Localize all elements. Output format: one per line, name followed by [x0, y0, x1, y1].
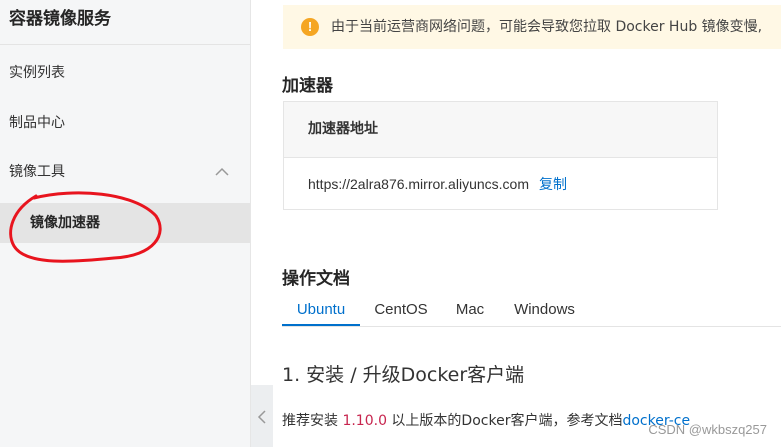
notice-text: 由于当前运营商网络问题，可能会导致您拉取 Docker Hub 镜像变慢,: [331, 19, 763, 35]
sidebar-item-image-tools[interactable]: 镜像工具: [0, 152, 250, 192]
desc-prefix: 推荐安装: [282, 413, 343, 429]
tab-windows[interactable]: Windows: [508, 296, 581, 326]
tab-mac[interactable]: Mac: [448, 296, 492, 326]
chevron-up-icon[interactable]: [214, 164, 230, 180]
accelerator-table-header: 加速器地址: [284, 102, 717, 158]
red-annotation-circle: [9, 191, 162, 263]
desc-middle: 以上版本的Docker客户端，参考文档: [386, 413, 623, 429]
step-description: 推荐安装 1.10.0 以上版本的Docker客户端，参考文档docker-ce: [282, 410, 690, 430]
step-title: 1. 安装 / 升级Docker客户端: [282, 364, 525, 386]
accelerator-row: https://2alra876.mirror.aliyuncs.com 复制: [284, 158, 717, 211]
copy-link[interactable]: 复制: [539, 177, 567, 193]
sidebar-collapse-handle[interactable]: [251, 385, 273, 447]
docs-section-title: 操作文档: [282, 269, 350, 289]
notice-banner: ! 由于当前运营商网络问题，可能会导致您拉取 Docker Hub 镜像变慢,: [283, 5, 781, 49]
tab-centos[interactable]: CentOS: [367, 296, 435, 326]
warning-icon: !: [301, 18, 319, 36]
sidebar-item-instances[interactable]: 实例列表: [0, 53, 250, 93]
accelerator-section-title: 加速器: [282, 76, 333, 96]
watermark: CSDN @wkbszq257: [648, 422, 767, 437]
version-number: 1.10.0: [342, 413, 387, 429]
sidebar-title: 容器镜像服务: [9, 9, 111, 29]
sidebar-divider: [0, 44, 250, 45]
tab-ubuntu[interactable]: Ubuntu: [282, 296, 360, 326]
accelerator-url: https://2alra876.mirror.aliyuncs.com: [308, 176, 529, 192]
os-tabs: Ubuntu CentOS Mac Windows: [282, 296, 781, 327]
chevron-left-icon: [257, 410, 266, 424]
sidebar-item-artifacts[interactable]: 制品中心: [0, 103, 250, 143]
sidebar-item-label: 镜像工具: [9, 164, 65, 180]
accelerator-table: 加速器地址 https://2alra876.mirror.aliyuncs.c…: [283, 101, 718, 210]
